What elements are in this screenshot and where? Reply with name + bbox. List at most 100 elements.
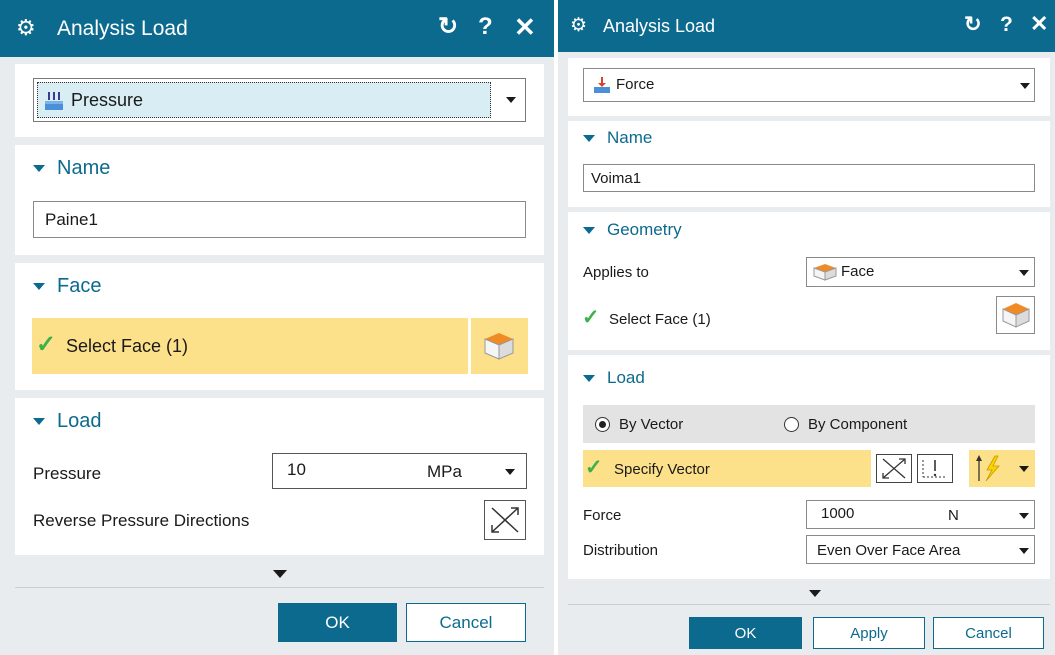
cancel-button[interactable]: Cancel [406, 603, 526, 642]
pressure-label: Pressure [33, 464, 102, 483]
pressure-unit: MPa [427, 462, 462, 481]
load-type-panel: Pressure [15, 64, 544, 137]
distribution-label: Distribution [583, 542, 659, 559]
radio-by-component[interactable] [784, 417, 799, 432]
force-unit: N [948, 507, 959, 524]
vector-constructor-icon [922, 460, 947, 478]
ok-button[interactable]: OK [278, 603, 397, 642]
footer-divider [568, 604, 1050, 605]
reverse-direction-icon [491, 507, 519, 533]
cancel-button[interactable]: Cancel [933, 617, 1044, 649]
specify-vector-row[interactable]: ✓ Specify Vector [583, 450, 871, 487]
name-section: Name Paine1 [15, 145, 544, 255]
reverse-direction-button[interactable] [484, 500, 526, 540]
reverse-directions-label: Reverse Pressure Directions [33, 511, 250, 530]
select-face-row[interactable]: ✓ Select Face (1) [32, 318, 468, 374]
load-type-selection: Pressure [37, 82, 491, 118]
ok-button[interactable]: OK [689, 617, 802, 649]
radio-by-component-label[interactable]: By Component [808, 416, 907, 433]
vector-constructor-button[interactable] [917, 454, 953, 483]
pressure-icon [45, 92, 63, 110]
geometry-section: Geometry Applies to Face ✓ Select Face (… [568, 212, 1050, 350]
more-options-expander[interactable] [809, 590, 821, 597]
name-input-value: Paine1 [45, 210, 98, 229]
load-type-dropdown[interactable]: Force [583, 68, 1035, 102]
select-face-button[interactable] [471, 318, 528, 374]
chevron-down-icon[interactable] [1019, 270, 1029, 276]
collapse-icon [33, 165, 45, 172]
analysis-load-dialog-pressure: ⚙ Analysis Load ↻ ? ✕ Pressure Name Pain… [0, 0, 554, 655]
close-icon[interactable]: ✕ [1030, 13, 1048, 35]
chevron-down-icon[interactable] [1020, 83, 1030, 89]
load-section-header[interactable]: Load [583, 368, 645, 388]
vector-inferred-icon [882, 458, 906, 479]
reset-icon[interactable]: ↻ [438, 15, 458, 39]
name-section-header[interactable]: Name [583, 128, 652, 148]
gear-icon: ⚙ [16, 15, 36, 40]
force-input[interactable]: 1000 N [806, 500, 1035, 529]
pressure-input[interactable]: 10 MPa [272, 453, 527, 489]
load-section: Load Pressure 10 MPa Reverse Pressure Di… [15, 398, 544, 555]
close-icon[interactable]: ✕ [514, 14, 536, 40]
gear-icon: ⚙ [570, 15, 588, 36]
chevron-down-icon[interactable] [506, 97, 516, 103]
vector-flip-icon [976, 455, 1000, 482]
distribution-dropdown[interactable]: Even Over Face Area [806, 535, 1035, 564]
chevron-down-icon[interactable] [1019, 513, 1029, 519]
collapse-icon [583, 226, 595, 234]
name-section-header[interactable]: Name [33, 157, 110, 180]
name-input[interactable]: Paine1 [33, 201, 526, 238]
analysis-load-dialog-force: ⚙ Analysis Load ↻ ? ✕ Force Name Voima1 [558, 0, 1055, 655]
radio-by-vector-label[interactable]: By Vector [619, 416, 683, 433]
specify-vector-label: Specify Vector [614, 461, 710, 478]
name-section: Name Voima1 [568, 121, 1050, 207]
vector-inferred-button[interactable] [876, 454, 912, 483]
dialog-titlebar[interactable]: ⚙ Analysis Load ↻ ? ✕ [0, 0, 554, 57]
name-input-value: Voima1 [591, 170, 642, 187]
collapse-icon [33, 418, 45, 425]
face-section: Face ✓ Select Face (1) [15, 263, 544, 390]
select-face-label[interactable]: Select Face (1) [609, 311, 711, 328]
force-value: 1000 [821, 505, 855, 522]
select-face-label: Select Face (1) [66, 336, 189, 356]
footer-divider [15, 587, 544, 588]
face-cube-icon [1002, 303, 1030, 328]
applies-to-value: Face [841, 263, 875, 280]
force-icon [594, 77, 610, 93]
checkmark-icon: ✓ [582, 306, 600, 329]
chevron-down-icon[interactable] [505, 469, 515, 475]
collapse-icon [583, 374, 595, 382]
load-type-value: Force [616, 76, 655, 93]
load-section: Load By Vector By Component ✓ Specify Ve… [568, 355, 1050, 579]
pressure-value: 10 [287, 460, 306, 479]
applies-to-dropdown[interactable]: Face [806, 257, 1035, 287]
apply-button[interactable]: Apply [813, 617, 925, 649]
collapse-icon [33, 283, 45, 290]
applies-to-label: Applies to [583, 264, 649, 281]
distribution-value: Even Over Face Area [817, 542, 961, 559]
more-options-expander[interactable] [273, 570, 287, 578]
collapse-icon [583, 134, 595, 142]
chevron-down-icon[interactable] [1019, 466, 1029, 472]
radio-by-vector[interactable] [595, 417, 610, 432]
reset-icon[interactable]: ↻ [964, 14, 982, 35]
checkmark-icon: ✓ [36, 331, 57, 358]
chevron-down-icon[interactable] [1019, 548, 1029, 554]
face-cube-icon [484, 333, 514, 360]
load-type-dropdown[interactable]: Pressure [33, 78, 526, 122]
load-type-panel: Force [568, 58, 1050, 116]
load-type-value: Pressure [71, 90, 144, 110]
checkmark-icon: ✓ [585, 456, 603, 479]
load-section-header[interactable]: Load [33, 410, 102, 433]
dialog-title: Analysis Load [57, 17, 188, 40]
help-icon[interactable]: ? [478, 15, 493, 39]
dialog-titlebar[interactable]: ⚙ Analysis Load ↻ ? ✕ [558, 0, 1055, 52]
name-input[interactable]: Voima1 [583, 164, 1035, 192]
force-label: Force [583, 507, 622, 524]
face-section-header[interactable]: Face [33, 275, 101, 298]
dialog-title: Analysis Load [603, 16, 716, 36]
help-icon[interactable]: ? [1000, 14, 1013, 35]
select-face-button[interactable] [996, 296, 1035, 334]
vector-flip-button[interactable] [969, 450, 1035, 487]
geometry-section-header[interactable]: Geometry [583, 220, 682, 240]
